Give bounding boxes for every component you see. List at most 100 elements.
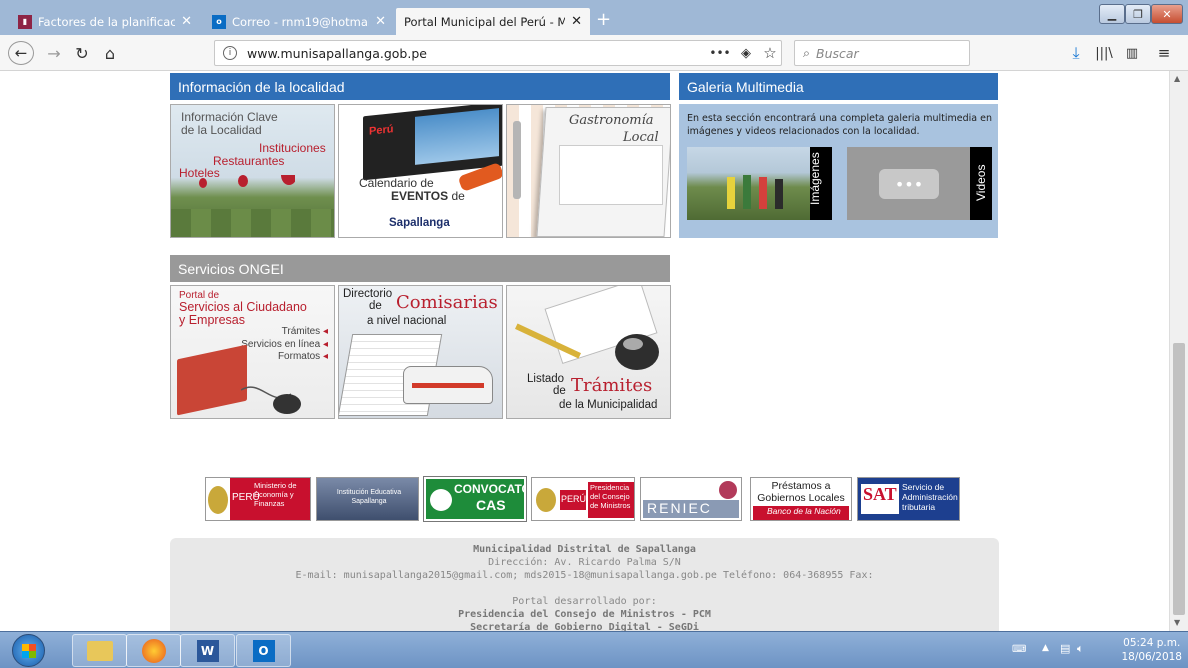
logo-mef[interactable]: PERÚ Ministerio de Economía y Finanzas [205, 477, 311, 521]
clock-date: 18/06/2018 [1121, 651, 1182, 663]
page-content: Información de la localidad Información … [0, 71, 1169, 631]
new-tab-icon[interactable]: + [596, 9, 611, 30]
videos-label: Videos [974, 164, 988, 201]
info-icon[interactable]: i [223, 46, 237, 60]
label-restaurantes: Restaurantes [213, 154, 285, 168]
close-icon[interactable]: ✕ [375, 14, 386, 29]
logo-line1: CONVOCATORIA [454, 482, 524, 496]
footer-dev1: Presidencia del Consejo de Ministros - P… [458, 609, 711, 620]
tile-calendario-eventos[interactable]: Perú Calendario de EVENTOS de Sapallanga [338, 104, 503, 238]
page-actions-icon[interactable]: ••• [709, 41, 730, 65]
logo-peru-text: PERÚ [561, 494, 587, 504]
tile-de: de [553, 385, 566, 397]
gallery-panel: En esta sección encontrará una completa … [679, 104, 998, 238]
logo-line1: Préstamos a [771, 480, 831, 492]
logo-convocatoria-cas[interactable]: CONVOCATORIA CAS [423, 476, 527, 522]
tile-informacion-clave[interactable]: Información Clave de la Localidad Instit… [170, 104, 335, 238]
document-icon: ▮ [18, 14, 32, 29]
book-image [177, 344, 247, 416]
tile-gastronomia-local[interactable]: Gastronomía Local [506, 104, 671, 238]
person-figure [727, 177, 735, 209]
keyboard-icon[interactable]: ⌨ [1012, 644, 1026, 655]
video-play-icon: ••• [879, 169, 939, 199]
tray-expand-icon[interactable]: ▲ [1042, 643, 1049, 653]
navigation-toolbar: ← → ↻ ⌂ i www.munisapallanga.gob.pe ••• … [0, 35, 1188, 71]
service-item[interactable]: Trámites ◂ [241, 326, 328, 339]
service-item[interactable]: Formatos ◂ [241, 351, 328, 364]
library-icon[interactable]: |||\ [1094, 41, 1114, 65]
eventos-text: EVENTOS [391, 189, 449, 203]
gallery-images-button[interactable]: Imágenes [687, 147, 832, 220]
network-icon[interactable]: ▤ [1060, 642, 1070, 655]
people-icon [719, 481, 737, 499]
shield-icon [208, 486, 228, 514]
section-title-informacion: Información de la localidad [170, 73, 670, 100]
person-figure [759, 177, 767, 209]
minimize-button[interactable]: ▁ [1099, 4, 1125, 24]
tile-title: Información Clave de la Localidad [181, 111, 278, 137]
home-icon[interactable]: ⌂ [100, 41, 120, 65]
scroll-up-icon[interactable]: ▲ [1174, 74, 1180, 83]
sidebar-icon[interactable]: ▥ [1122, 41, 1142, 65]
tile-listado-tramites[interactable]: Listado de Trámites de la Municipalidad [506, 285, 671, 419]
pocket-icon[interactable]: ◈ [736, 41, 756, 65]
footer-name: Municipalidad Distrital de Sapallanga [473, 544, 696, 555]
vertical-scrollbar[interactable]: ▲ ▼ [1169, 71, 1188, 631]
tile-directorio-comisarias[interactable]: Directorio de Comisarias a nivel naciona… [338, 285, 503, 419]
place-name: Sapallanga [389, 217, 450, 229]
outlook-icon: o [212, 14, 226, 29]
photo-frame [559, 145, 663, 205]
back-arrow-icon[interactable]: ← [8, 41, 34, 65]
tile-title-line2: EVENTOS de [391, 189, 465, 203]
tile-servicios-ciudadano[interactable]: Portal de Servicios al Ciudadano y Empre… [170, 285, 335, 419]
tile-pre: Listado [527, 373, 565, 385]
bookmark-star-icon[interactable]: ☆ [760, 41, 780, 65]
taskbar-firefox[interactable] [126, 634, 181, 667]
person-figure [743, 175, 751, 209]
people-icon [430, 489, 452, 511]
reload-icon[interactable]: ↻ [72, 41, 92, 65]
logo-sat[interactable]: SAT Servicio de Administración tributari… [857, 477, 960, 521]
logo-text: RENIEC [643, 500, 739, 518]
address-bar[interactable]: i www.munisapallanga.gob.pe [214, 40, 782, 66]
scrollbar-thumb[interactable] [1173, 343, 1185, 615]
logo-reniec[interactable]: RENIEC [640, 477, 742, 521]
taskbar-word[interactable]: W [180, 634, 235, 667]
search-placeholder: Buscar [816, 45, 859, 61]
taskbar-explorer[interactable] [72, 634, 127, 667]
windows-taskbar: W O ⌨ ▲ ▤ 🔈︎ 05:24 p.m. 18/06/2018 [0, 631, 1188, 668]
close-icon[interactable]: ✕ [181, 14, 192, 29]
close-icon[interactable]: ✕ [571, 14, 582, 29]
logo-pcm[interactable]: PERÚ Presidencia del Consejo de Ministro… [531, 477, 635, 521]
logo-abbr: SAT [863, 484, 897, 504]
scroll-down-icon[interactable]: ▼ [1174, 618, 1180, 627]
menu-hamburger-icon[interactable]: ≡ [1154, 41, 1174, 65]
forward-arrow-icon[interactable]: → [44, 41, 64, 65]
start-button[interactable] [12, 634, 45, 667]
service-item[interactable]: Servicios en línea ◂ [241, 339, 328, 352]
logo-line2: CAS [476, 497, 506, 513]
tab-factores[interactable]: ▮ Factores de la planificación en ✕ [10, 8, 200, 35]
close-window-button[interactable]: ✕ [1151, 4, 1183, 24]
tab-portal-municipal[interactable]: Portal Municipal del Perú - Municip ✕ [396, 8, 590, 35]
logo-text: Préstamos a Gobiernos Locales [751, 480, 851, 504]
gallery-videos-button[interactable]: ••• Videos [847, 147, 992, 220]
logo-school[interactable]: Institución Educativa Sapallanga [316, 477, 419, 521]
images-label: Imágenes [808, 152, 822, 205]
logo-prestamos[interactable]: Préstamos a Gobiernos Locales Banco de l… [750, 477, 852, 521]
search-input[interactable]: ⌕ Buscar [794, 40, 970, 66]
tab-correo[interactable]: o Correo - rnm19@hotmail.com ✕ [204, 8, 394, 35]
person-figure [775, 179, 783, 209]
footer-dev2: Secretaría de Gobierno Digital - SeGDi [470, 622, 699, 631]
maximize-button[interactable]: ❐ [1125, 4, 1151, 24]
footer: Municipalidad Distrital de Sapallanga Di… [170, 538, 999, 631]
browser-tab-bar: ▮ Factores de la planificación en ✕ o Co… [0, 0, 1188, 35]
taskbar-outlook[interactable]: O [236, 634, 291, 667]
system-clock[interactable]: 05:24 p.m. 18/06/2018 [1121, 636, 1182, 664]
tile-post: de la Municipalidad [559, 399, 658, 411]
download-icon[interactable]: ⤓ [1066, 41, 1086, 65]
logo-text: Ministerio de Economía y Finanzas [254, 481, 297, 508]
volume-icon[interactable]: 🔈︎ [1077, 642, 1084, 656]
outlook-icon: O [252, 639, 275, 662]
shield-icon [536, 488, 556, 512]
